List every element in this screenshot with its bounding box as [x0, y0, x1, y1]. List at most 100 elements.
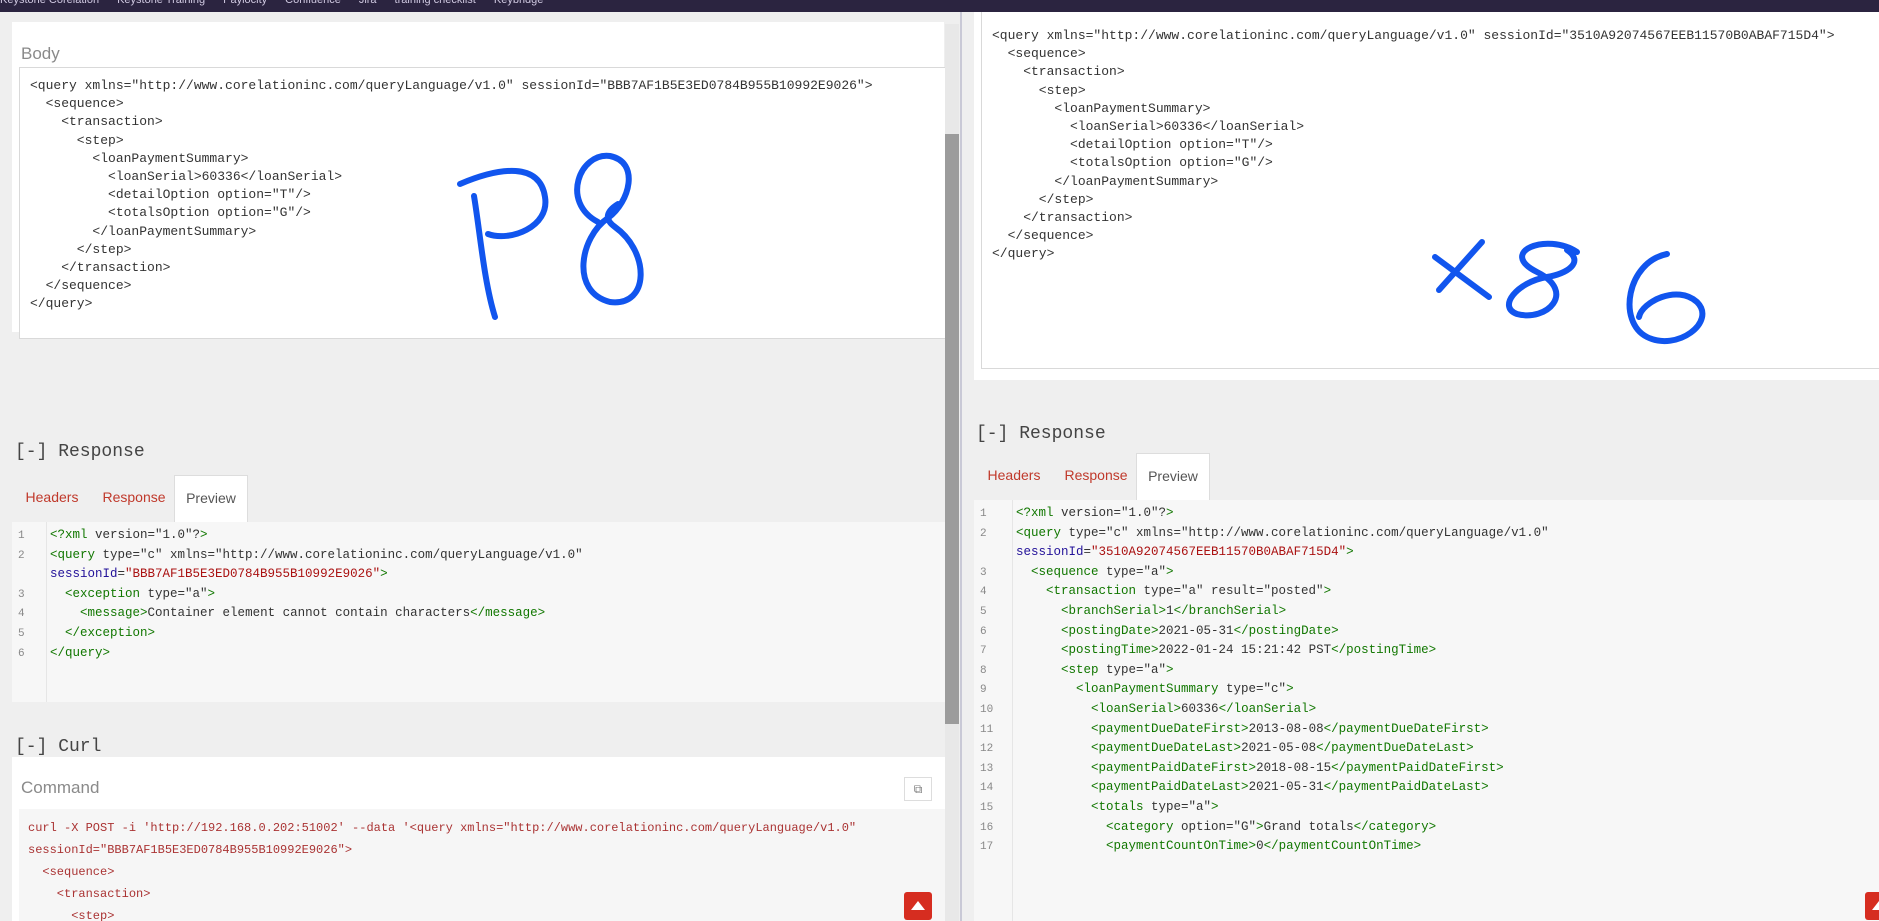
line-number: 12	[980, 743, 994, 756]
command-label: Command	[21, 778, 100, 797]
response-code-line: <?xml version="1.0"?>	[1016, 506, 1174, 520]
line-number: 1	[18, 530, 25, 542]
bookmark-item[interactable]: Keystone Corelation	[0, 0, 99, 6]
tab-preview[interactable]: Preview	[1136, 453, 1210, 502]
line-number: 15	[980, 802, 994, 814]
response-code-line: <query type="c" xmlns="http://www.corela…	[50, 547, 583, 562]
tab-headers[interactable]: Headers	[12, 475, 92, 523]
response-code-line: <category option="G">Grand totals</categ…	[1106, 819, 1437, 834]
scroll-top-button[interactable]	[904, 892, 932, 920]
bookmark-item[interactable]: Confluence	[285, 0, 341, 6]
body-code-line: </step>	[30, 241, 132, 257]
body-code-line: <detailOption option="T"/>	[992, 137, 1273, 153]
handwriting-p8	[457, 152, 644, 320]
tab-response[interactable]: Response	[1056, 453, 1136, 501]
tab-response[interactable]: Response	[94, 475, 174, 523]
line-number: 3	[980, 566, 987, 579]
line-number: 16	[980, 821, 994, 834]
response-code-line: </exception>	[65, 626, 156, 640]
response-code-line: <paymentDueDateFirst>2013-08-08</payment…	[1091, 721, 1489, 736]
response-code-line: <totals type="a">	[1091, 800, 1219, 814]
tab-preview[interactable]: Preview	[174, 475, 248, 524]
body-code-line: <query xmlns="http://www.corelationinc.c…	[992, 28, 1835, 43]
body-code-line: </step>	[992, 191, 1094, 207]
body-code-line: <transaction>	[30, 114, 163, 130]
response-tabs-right: Headers Response Preview	[974, 453, 1274, 502]
curl-line: sessionId="BBB7AF1B5E3ED0784B955B10992E9…	[28, 843, 353, 857]
body-code-line: </sequence>	[992, 228, 1094, 244]
response-code-line: <transaction type="a" result="posted">	[1046, 584, 1332, 599]
response-code-line: <loanPaymentSummary type="c">	[1076, 682, 1294, 697]
right-pane: <query xmlns="http://www.corelationinc.c…	[962, 12, 1879, 921]
response-code-line: <sequence type="a">	[1031, 564, 1174, 579]
body-code-line: <loanPaymentSummary>	[992, 100, 1211, 116]
response-code-line: <message>Container element cannot contai…	[80, 606, 546, 621]
body-label: Body	[21, 44, 60, 63]
response-code-line: <query type="c" xmlns="http://www.corela…	[1016, 525, 1549, 540]
curl-line: curl -X POST -i 'http://192.168.0.202:51…	[28, 821, 857, 835]
line-number: 5	[18, 628, 25, 640]
body-code-line: </sequence>	[30, 278, 132, 294]
response-code-line: <loanSerial>60336</loanSerial>	[1091, 702, 1317, 716]
body-code-line: <loanPaymentSummary>	[30, 150, 249, 166]
bookmark-item[interactable]: Paylocity	[223, 0, 267, 6]
response-code-line: <exception type="a">	[65, 586, 216, 601]
response-code-line: <step type="a">	[1061, 662, 1174, 677]
body-code-line: </query>	[30, 296, 93, 312]
line-number: 10	[980, 704, 994, 716]
body-code-line: <detailOption option="T"/>	[30, 187, 311, 203]
bookmark-item[interactable]: Jira	[359, 0, 377, 6]
curl-line: <step>	[28, 909, 115, 921]
response-code-line: <paymentCountOnTime>0</paymentCountOnTim…	[1106, 839, 1422, 854]
response-title[interactable]: [-] Response	[15, 442, 145, 462]
line-number: 5	[980, 606, 987, 618]
handwriting-x86	[1432, 239, 1706, 345]
bookmark-item[interactable]: training checklist	[395, 0, 476, 6]
body-code-line: <step>	[992, 82, 1086, 98]
body-code-line: <loanSerial>60336</loanSerial>	[30, 169, 343, 184]
response-code-line: <paymentPaidDateFirst>2018-08-15</paymen…	[1091, 760, 1504, 775]
response-code-line: <branchSerial>1</branchSerial>	[1061, 604, 1287, 618]
line-number: 9	[980, 684, 987, 697]
response-code-line: sessionId="BBB7AF1B5E3ED0784B955B10992E9…	[50, 567, 388, 582]
line-number: 13	[980, 762, 994, 775]
response-viewer[interactable]: 1 <?xml version="1.0"?> 2 <query type="c" x…	[12, 522, 945, 702]
line-number: 6	[18, 647, 25, 660]
copy-icon[interactable]: ⧉	[904, 777, 932, 801]
body-code-line: <sequence>	[30, 96, 124, 112]
response-code-line: </query>	[50, 645, 111, 660]
line-number: 7	[980, 645, 987, 658]
body-code-line: </loanPaymentSummary>	[992, 173, 1219, 189]
response-code-line: <paymentDueDateLast>2021-05-08</paymentD…	[1091, 741, 1474, 756]
body-code-line: </loanPaymentSummary>	[30, 223, 257, 239]
body-code-line: <transaction>	[992, 64, 1125, 80]
bookmark-item[interactable]: Keystone Training	[117, 0, 205, 6]
body-code-line: <step>	[30, 132, 124, 148]
line-number: 6	[980, 625, 987, 638]
body-code-line: </query>	[992, 246, 1055, 262]
response-code-line: <postingDate>2021-05-31</postingDate>	[1061, 623, 1339, 638]
body-code-line: <totalsOption option="G"/>	[992, 155, 1273, 171]
line-number: 3	[18, 588, 25, 601]
tab-headers[interactable]: Headers	[974, 453, 1054, 501]
bookmark-item[interactable]: Keybridge	[494, 0, 544, 6]
scrollbar-thumb[interactable]	[945, 134, 959, 724]
response-code-line: <paymentPaidDateLast>2021-05-31</payment…	[1091, 780, 1489, 795]
response-tabs: Headers Response Preview	[12, 475, 312, 524]
line-number: 8	[980, 664, 987, 677]
left-pane: Body <query xmlns="http://www.corelation…	[0, 12, 960, 921]
response-code-line: <?xml version="1.0"?>	[50, 528, 208, 542]
response-code-line: <postingTime>2022-01-24 15:21:42 PST</po…	[1061, 643, 1437, 658]
bookmarks-bar: Keystone Corelation Keystone Training Payl…	[0, 0, 1879, 12]
line-number: 4	[980, 586, 987, 599]
response-viewer-right[interactable]: 1 <?xml version="1.0"?> 2 <query type="c" x…	[974, 500, 1879, 921]
scroll-top-button-right[interactable]	[1865, 892, 1879, 920]
line-number: 4	[18, 608, 25, 621]
line-number: 11	[980, 723, 994, 736]
line-number: 1	[980, 508, 987, 520]
curl-command[interactable]: curl -X POST -i 'http://192.168.0.202:51…	[19, 809, 945, 921]
curl-line: <sequence>	[28, 865, 115, 879]
response-title-right[interactable]: [-] Response	[976, 424, 1106, 444]
curl-title[interactable]: [-] Curl	[15, 737, 101, 757]
curl-line: <transaction>	[28, 887, 151, 901]
